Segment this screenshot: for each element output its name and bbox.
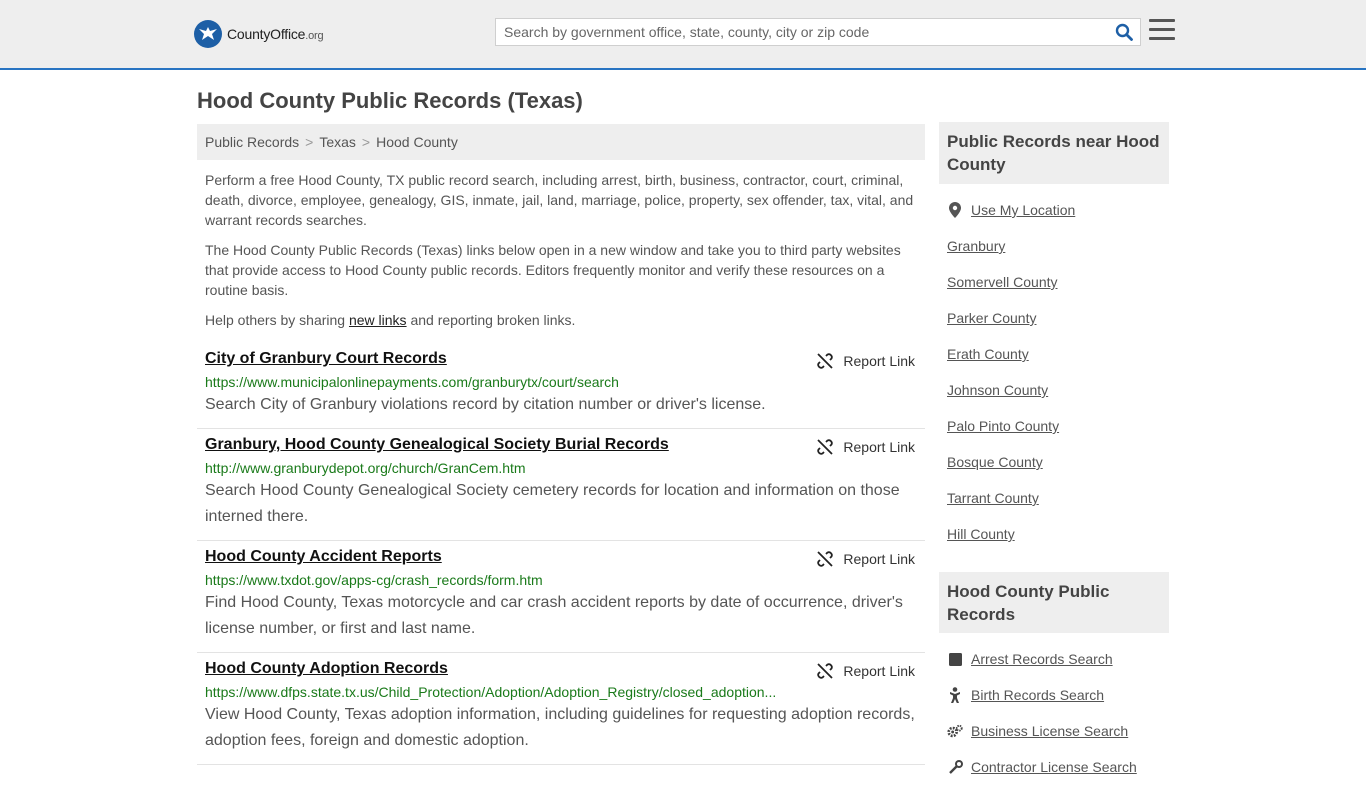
logo-main-text: CountyOffice <box>227 26 306 42</box>
record-url[interactable]: https://www.txdot.gov/apps-cg/crash_reco… <box>205 572 780 588</box>
sidebar-item-hill-county[interactable]: Hill County <box>947 516 1169 552</box>
sidebar-item-erath-county[interactable]: Erath County <box>947 336 1169 372</box>
report-link-label: Report Link <box>843 439 915 455</box>
business-license-link[interactable]: Business License Search <box>971 723 1128 739</box>
records-list: City of Granbury Court Records Report Li… <box>197 343 925 765</box>
search-button[interactable] <box>1108 19 1140 45</box>
nearby-link[interactable]: Granbury <box>947 238 1005 254</box>
nearby-link[interactable]: Palo Pinto County <box>947 418 1059 434</box>
top-header: CountyOffice.org <box>0 0 1366 70</box>
sidebar-records-list: Arrest Records Search Birth Records Sear… <box>947 641 1169 785</box>
nearby-link[interactable]: Hill County <box>947 526 1015 542</box>
nearby-link[interactable]: Parker County <box>947 310 1036 326</box>
eagle-logo-icon <box>194 20 222 48</box>
use-my-location-link[interactable]: Use My Location <box>971 202 1075 218</box>
nearby-link[interactable]: Bosque County <box>947 454 1043 470</box>
search-bar <box>495 18 1141 46</box>
birth-records-link[interactable]: Birth Records Search <box>971 687 1104 703</box>
report-link-button[interactable]: Report Link <box>817 663 915 679</box>
record-item: Hood County Accident Reports Report Link… <box>197 541 925 653</box>
broken-link-icon <box>817 663 834 679</box>
intro-paragraph-3: Help others by sharing new links and rep… <box>205 310 920 330</box>
sidebar-item-use-my-location[interactable]: Use My Location <box>947 192 1169 228</box>
sidebar-item-somervell-county[interactable]: Somervell County <box>947 264 1169 300</box>
record-title-link[interactable]: Hood County Adoption Records <box>205 660 448 678</box>
record-description: Search Hood County Genealogical Society … <box>205 482 900 525</box>
report-link-label: Report Link <box>843 663 915 679</box>
sidebar-item-business-license[interactable]: Business License Search <box>947 713 1169 749</box>
logo-suffix-text: .org <box>305 30 324 42</box>
nearby-link[interactable]: Somervell County <box>947 274 1058 290</box>
arrest-records-link[interactable]: Arrest Records Search <box>971 651 1113 667</box>
record-item: Granbury, Hood County Genealogical Socie… <box>197 429 925 541</box>
record-url[interactable]: https://www.municipalonlinepayments.com/… <box>205 374 780 390</box>
breadcrumb-hood-county[interactable]: Hood County <box>376 134 458 150</box>
report-link-button[interactable]: Report Link <box>817 353 915 369</box>
record-title-link[interactable]: City of Granbury Court Records <box>205 350 447 368</box>
sidebar-records-title: Hood County Public Records <box>947 582 1110 624</box>
record-title-link[interactable]: Hood County Accident Reports <box>205 548 442 566</box>
record-item: Hood County Adoption Records Report Link… <box>197 653 925 765</box>
broken-link-icon <box>817 439 834 455</box>
sidebar-nearby-list: Use My Location Granbury Somervell Count… <box>947 192 1169 552</box>
record-description: Search City of Granbury violations recor… <box>205 396 766 413</box>
sidebar-item-tarrant-county[interactable]: Tarrant County <box>947 480 1169 516</box>
record-item: City of Granbury Court Records Report Li… <box>197 343 925 429</box>
sidebar-item-bosque-county[interactable]: Bosque County <box>947 444 1169 480</box>
contractor-license-link[interactable]: Contractor License Search <box>971 759 1137 775</box>
record-url[interactable]: http://www.granburydepot.org/church/Gran… <box>205 460 780 476</box>
sidebar-records-header: Hood County Public Records <box>939 572 1169 633</box>
nearby-link[interactable]: Tarrant County <box>947 490 1039 506</box>
tools-icon <box>947 759 963 775</box>
sidebar-item-parker-county[interactable]: Parker County <box>947 300 1169 336</box>
intro-paragraph-1: Perform a free Hood County, TX public re… <box>205 172 914 228</box>
nearby-link[interactable]: Erath County <box>947 346 1029 362</box>
record-title-link[interactable]: Granbury, Hood County Genealogical Socie… <box>205 436 669 454</box>
report-link-button[interactable]: Report Link <box>817 551 915 567</box>
sidebar-item-contractor-license[interactable]: Contractor License Search <box>947 749 1169 785</box>
intro-paragraph-2: The Hood County Public Records (Texas) l… <box>205 242 901 298</box>
record-description: Find Hood County, Texas motorcycle and c… <box>205 594 903 637</box>
breadcrumb-texas[interactable]: Texas <box>319 134 356 150</box>
search-input[interactable] <box>496 19 1108 45</box>
sidebar-nearby-header: Public Records near Hood County <box>939 122 1169 184</box>
gears-icon <box>947 723 963 739</box>
sidebar-item-johnson-county[interactable]: Johnson County <box>947 372 1169 408</box>
sidebar-item-granbury[interactable]: Granbury <box>947 228 1169 264</box>
hamburger-menu-icon[interactable] <box>1149 19 1175 43</box>
report-link-button[interactable]: Report Link <box>817 439 915 455</box>
site-logo[interactable]: CountyOffice.org <box>194 20 324 48</box>
intro-p3-after: and reporting broken links. <box>406 312 576 328</box>
record-description: View Hood County, Texas adoption informa… <box>205 706 915 749</box>
search-icon <box>1115 23 1133 41</box>
sidebar-nearby-title: Public Records near Hood County <box>947 132 1160 174</box>
breadcrumb-separator: > <box>305 134 314 150</box>
intro-text: Perform a free Hood County, TX public re… <box>205 170 920 340</box>
broken-link-icon <box>817 353 834 369</box>
report-link-label: Report Link <box>843 551 915 567</box>
new-links-link[interactable]: new links <box>349 312 407 328</box>
sidebar-item-arrest-records[interactable]: Arrest Records Search <box>947 641 1169 677</box>
record-url[interactable]: https://www.dfps.state.tx.us/Child_Prote… <box>205 684 780 700</box>
breadcrumb-separator: > <box>361 134 371 150</box>
breadcrumb: Public Records > Texas > Hood County <box>197 124 925 160</box>
intro-p3-before: Help others by sharing <box>205 312 349 328</box>
square-icon <box>947 651 963 667</box>
baby-icon <box>947 687 963 703</box>
report-link-label: Report Link <box>843 353 915 369</box>
page-title: Hood County Public Records (Texas) <box>197 88 583 113</box>
broken-link-icon <box>817 551 834 567</box>
nearby-link[interactable]: Johnson County <box>947 382 1048 398</box>
location-pin-icon <box>947 202 963 218</box>
sidebar-item-birth-records[interactable]: Birth Records Search <box>947 677 1169 713</box>
breadcrumb-public-records[interactable]: Public Records <box>205 134 299 150</box>
logo-text: CountyOffice.org <box>227 26 324 42</box>
sidebar-item-palo-pinto-county[interactable]: Palo Pinto County <box>947 408 1169 444</box>
